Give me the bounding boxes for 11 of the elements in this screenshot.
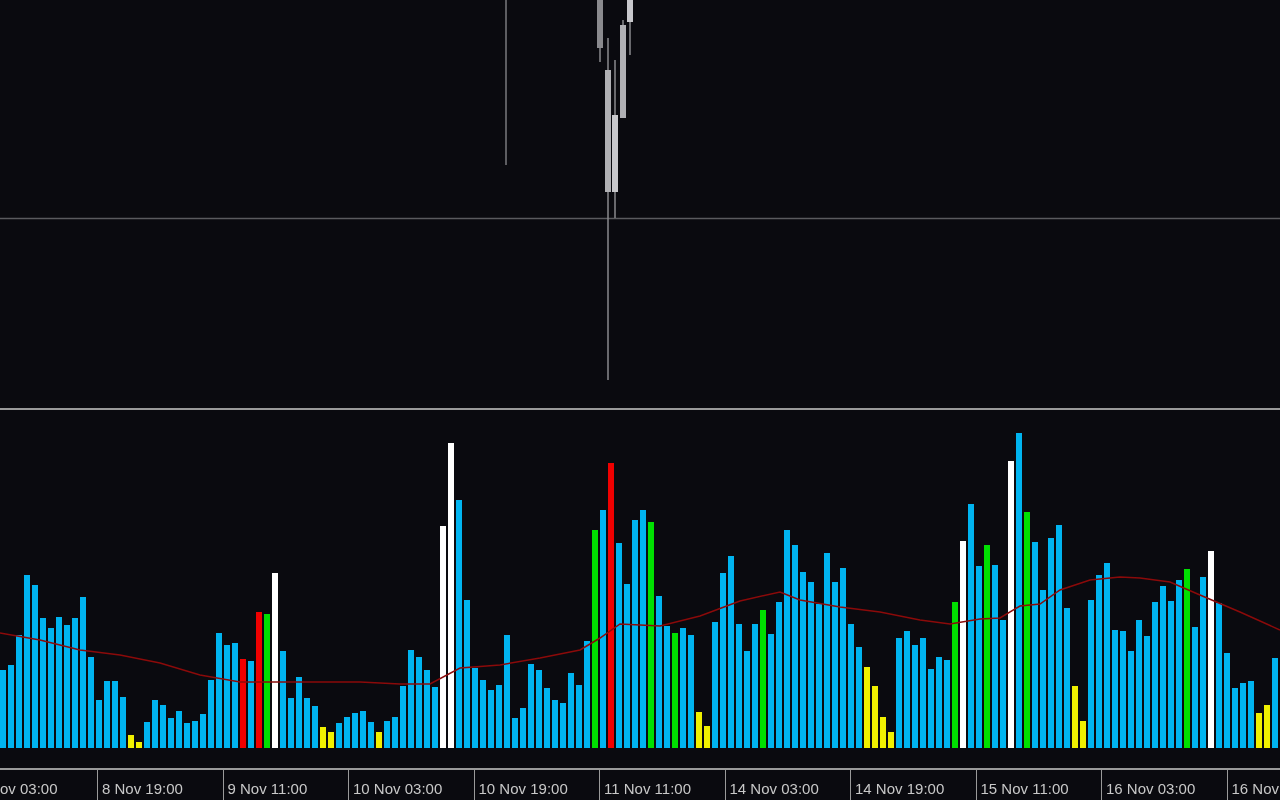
axis-label: 14 Nov 03:00 xyxy=(729,780,819,797)
axis-label: 16 Nov xyxy=(1231,780,1280,797)
axis-label: 16 Nov 03:00 xyxy=(1106,780,1196,797)
axis-label: 11 Nov 11:00 xyxy=(604,780,691,797)
axis-label: 15 Nov 11:00 xyxy=(980,780,1069,797)
axis-label: 10 Nov 03:00 xyxy=(353,780,443,797)
axis-label: 8 Nov 19:00 xyxy=(102,780,183,797)
axis-label: 14 Nov 19:00 xyxy=(855,780,945,797)
axis-label: 9 Nov 11:00 xyxy=(227,780,308,797)
axis-label: 10 Nov 19:00 xyxy=(478,780,568,797)
axis-label: ov 03:00 xyxy=(0,780,58,797)
